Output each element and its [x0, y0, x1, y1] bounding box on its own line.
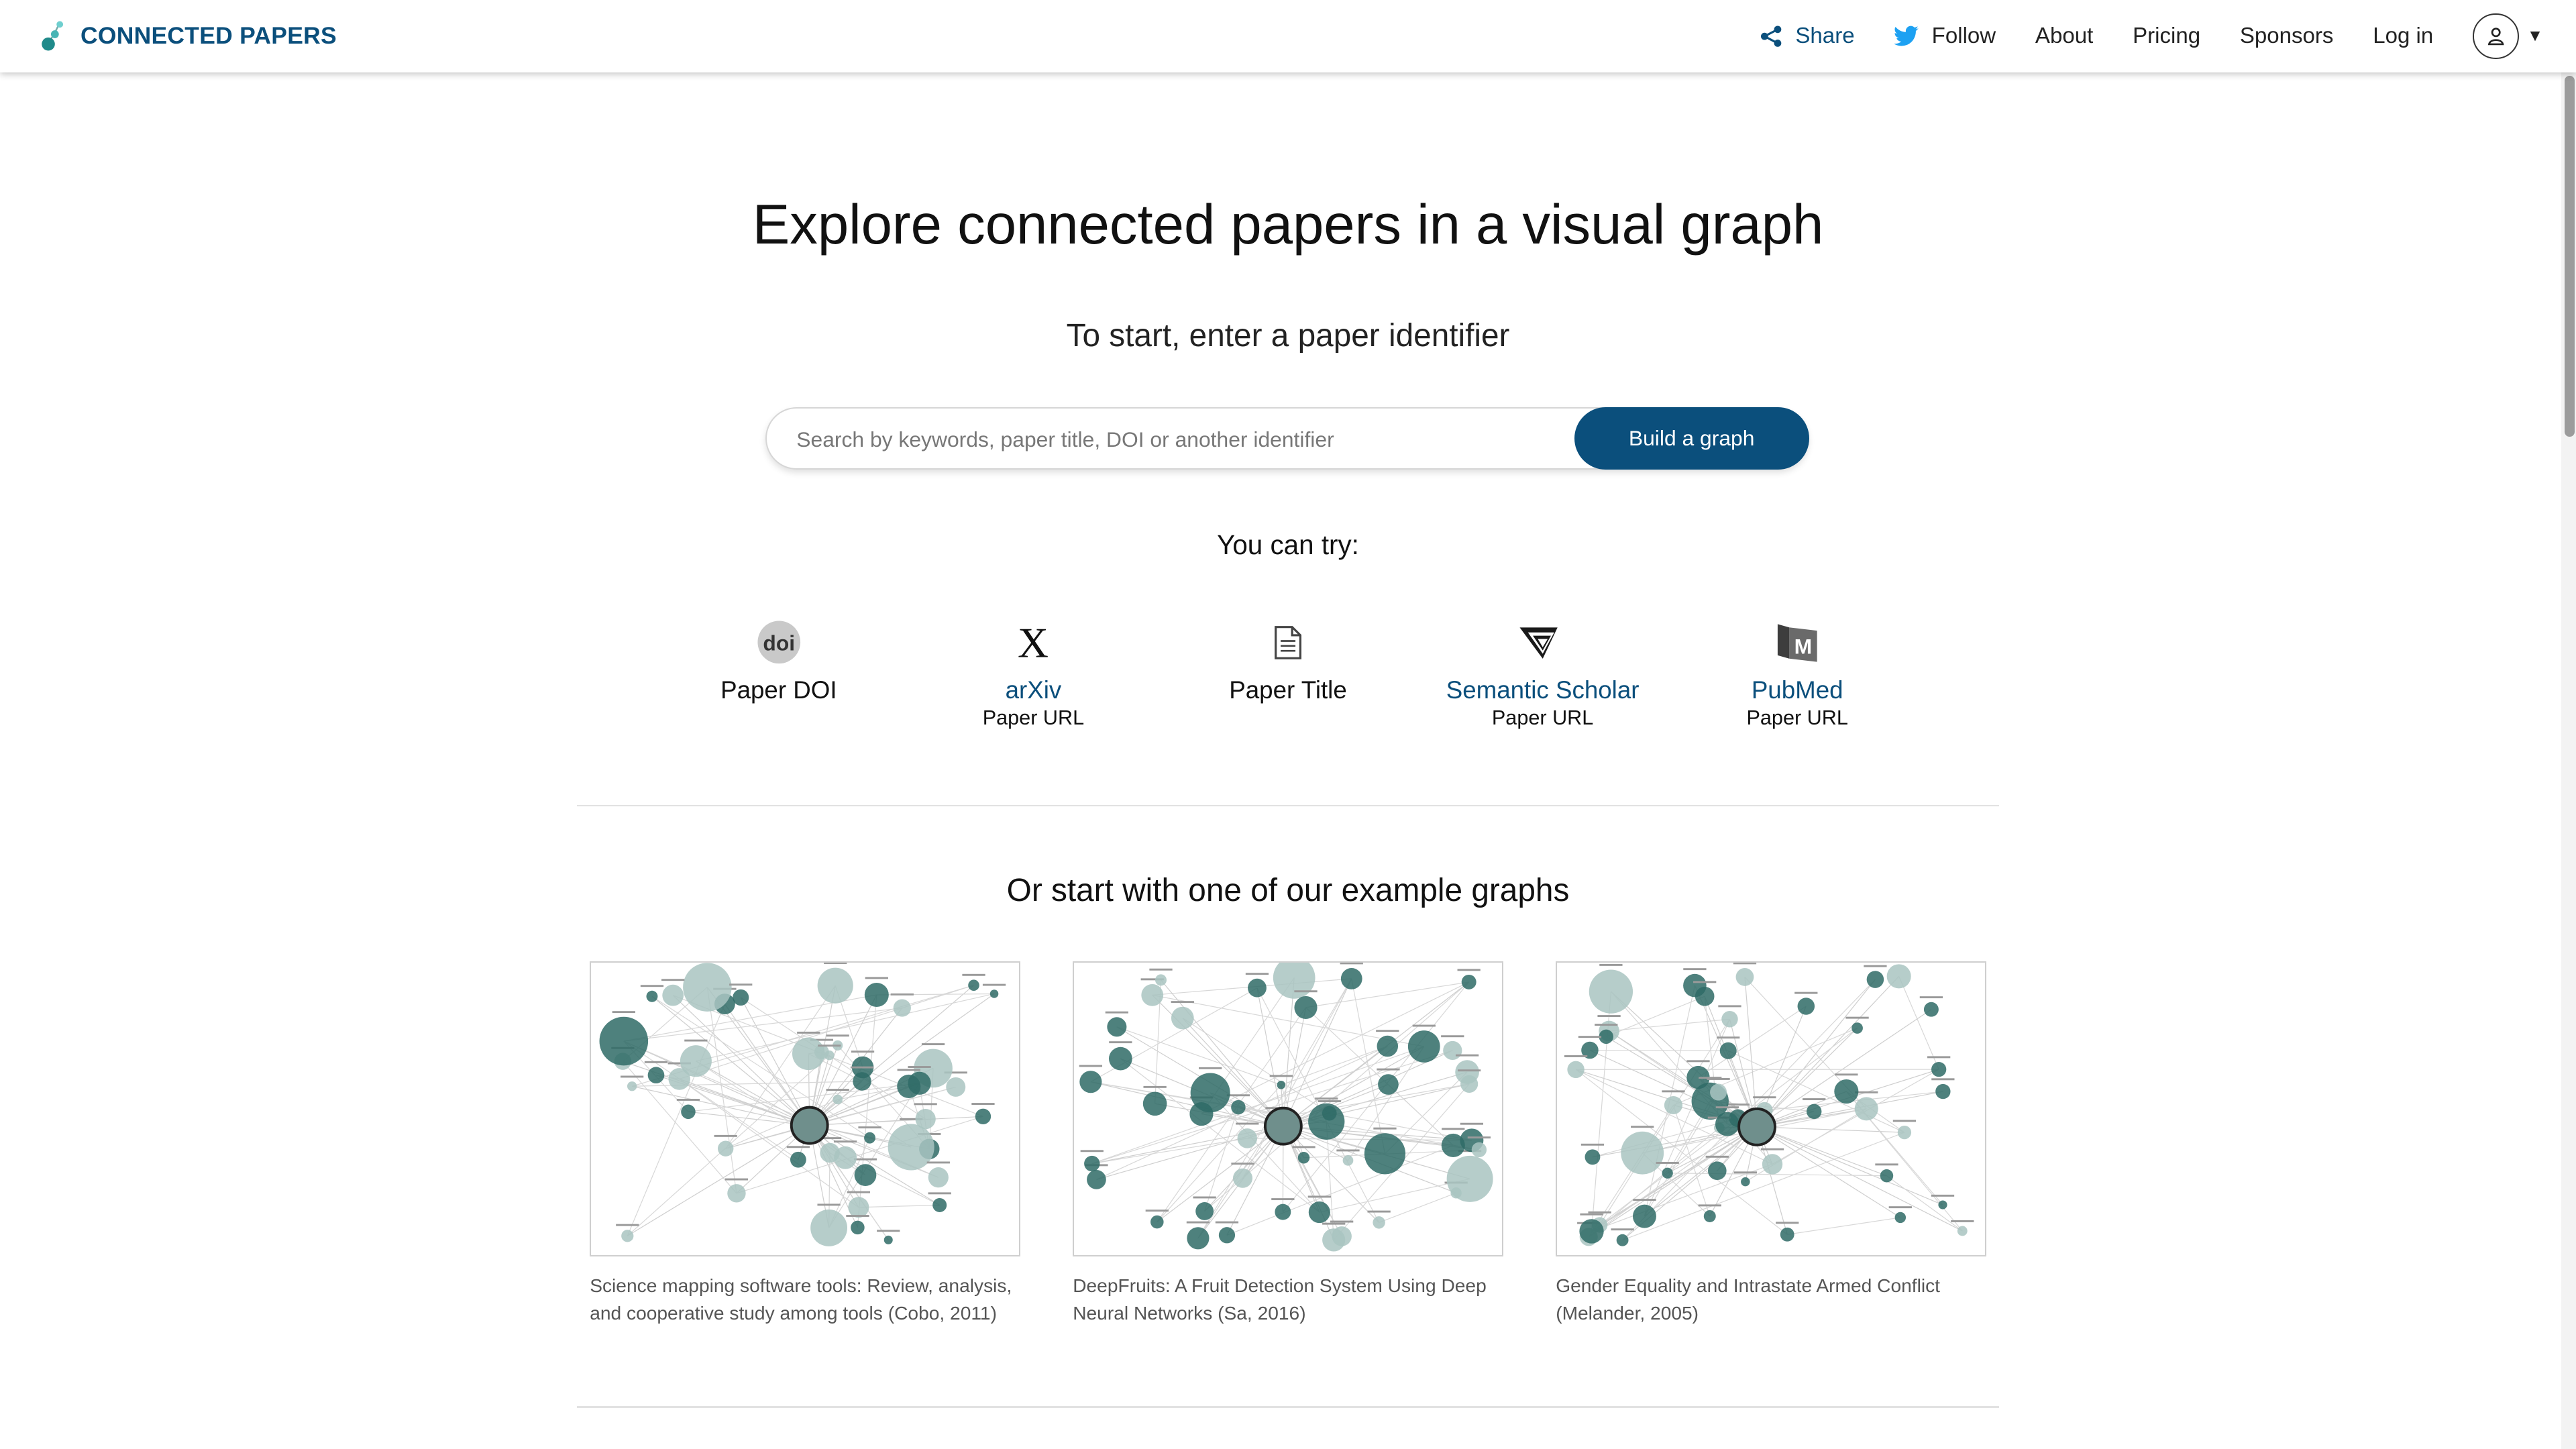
follow-link[interactable]: Follow: [1894, 23, 1996, 49]
examples-heading: Or start with one of our example graphs: [1006, 873, 1570, 909]
build-graph-button[interactable]: Build a graph: [1574, 407, 1809, 470]
about-label: About: [2035, 23, 2094, 48]
document-icon: [1275, 625, 1301, 659]
share-icon: [1760, 25, 1781, 47]
divider: [576, 805, 2000, 807]
option-label: PubMed: [1751, 676, 1843, 704]
follow-label: Follow: [1931, 23, 1996, 48]
share-label: Share: [1795, 23, 1855, 48]
graph-thumbnail[interactable]: [590, 961, 1020, 1257]
search-bar: Build a graph: [765, 407, 1809, 472]
arxiv-icon: X: [1018, 623, 1049, 662]
example-caption[interactable]: Gender Equality and Intrastate Armed Con…: [1556, 1272, 1986, 1328]
option-title[interactable]: Paper Title: [1148, 618, 1428, 705]
option-doi[interactable]: doi Paper DOI: [639, 618, 918, 705]
pubmed-icon: M: [1777, 624, 1817, 662]
logo[interactable]: CONNECTED PAPERS: [41, 19, 337, 52]
account-menu[interactable]: ▼: [2473, 13, 2543, 60]
option-label: arXiv: [1005, 676, 1062, 704]
graph-thumbnail[interactable]: [1556, 961, 1986, 1257]
option-sublabel: Paper URL: [982, 706, 1085, 730]
try-heading: You can try:: [1217, 529, 1359, 560]
top-navbar: CONNECTED PAPERS Share Follow About Pric…: [0, 0, 2576, 72]
graph-preview-image: [599, 962, 1006, 1246]
option-label: Semantic Scholar: [1446, 676, 1640, 704]
sponsors-label: Sponsors: [2239, 23, 2334, 48]
sponsors-link[interactable]: Sponsors: [2240, 23, 2334, 49]
graph-preview-image: [1079, 962, 1493, 1252]
example-card[interactable]: DeepFruits: A Fruit Detection System Usi…: [1073, 961, 1503, 1328]
svg-text:M: M: [1794, 635, 1813, 659]
example-card[interactable]: Science mapping software tools: Review, …: [590, 961, 1020, 1328]
about-link[interactable]: About: [2035, 23, 2093, 49]
pricing-label: Pricing: [2133, 23, 2201, 48]
option-sublabel: Paper URL: [1746, 706, 1848, 730]
option-arxiv[interactable]: X arXiv Paper URL: [894, 618, 1173, 730]
option-label: Paper DOI: [720, 676, 837, 704]
pricing-link[interactable]: Pricing: [2133, 23, 2200, 49]
login-link[interactable]: Log in: [2373, 23, 2433, 49]
svg-text:doi: doi: [763, 631, 795, 655]
svg-text:X: X: [1018, 623, 1049, 662]
avatar[interactable]: [2473, 13, 2519, 60]
share-link[interactable]: Share: [1760, 23, 1855, 49]
main-nav: Share Follow About Pricing Sponsors Log …: [1720, 0, 2543, 72]
option-label: Paper Title: [1229, 676, 1347, 704]
divider: [576, 1406, 2000, 1408]
option-pubmed[interactable]: M PubMed Paper URL: [1658, 618, 1937, 730]
example-caption[interactable]: DeepFruits: A Fruit Detection System Usi…: [1073, 1272, 1503, 1328]
option-sublabel: Paper URL: [1491, 706, 1594, 730]
chevron-down-icon[interactable]: ▼: [2527, 27, 2543, 46]
twitter-icon: [1894, 25, 1919, 46]
connected-papers-logo-icon: [42, 21, 64, 51]
example-caption[interactable]: Science mapping software tools: Review, …: [590, 1272, 1020, 1328]
page-subtitle: To start, enter a paper identifier: [1066, 317, 1510, 354]
graph-thumbnail[interactable]: [1073, 961, 1503, 1257]
login-label: Log in: [2373, 23, 2434, 48]
search-input[interactable]: [793, 409, 1556, 472]
doi-icon: doi: [757, 621, 800, 664]
page-title: Explore connected papers in a visual gra…: [752, 193, 1824, 256]
option-semantic-scholar[interactable]: Semantic Scholar Paper URL: [1403, 618, 1682, 730]
semantic-scholar-icon: [1519, 627, 1558, 659]
example-card[interactable]: Gender Equality and Intrastate Armed Con…: [1556, 961, 1986, 1328]
brand-name: CONNECTED PAPERS: [80, 22, 337, 50]
graph-preview-image: [1564, 962, 1974, 1246]
user-icon: [2487, 28, 2504, 46]
